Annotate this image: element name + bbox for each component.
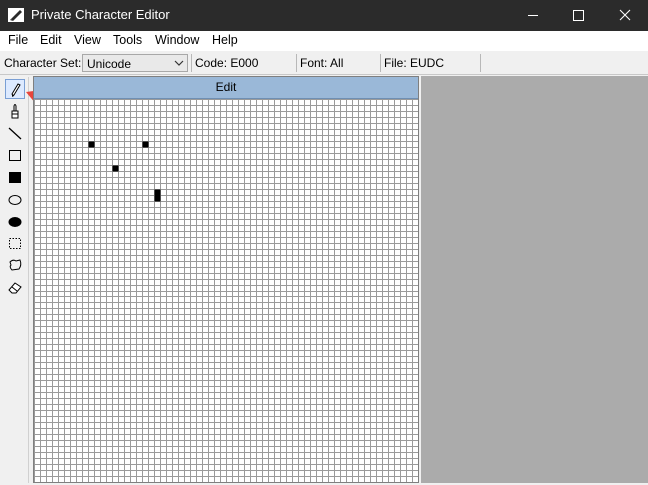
filled-pixel[interactable]	[142, 141, 149, 148]
separator	[191, 54, 192, 72]
close-button[interactable]	[602, 0, 648, 31]
rectangular-selection-tool[interactable]	[5, 233, 25, 253]
menu-tools[interactable]: Tools	[113, 33, 142, 47]
menu-help[interactable]: Help	[212, 33, 238, 47]
rectangular-selection-icon	[9, 238, 21, 249]
separator	[296, 54, 297, 72]
freeform-selection-tool[interactable]	[5, 255, 25, 275]
line-icon	[8, 127, 22, 140]
eraser-icon	[8, 282, 22, 294]
font-label: Font: All	[300, 56, 344, 70]
menu-edit[interactable]: Edit	[40, 33, 62, 47]
title-bar[interactable]: Private Character Editor	[0, 0, 648, 31]
eraser-tool[interactable]	[5, 277, 25, 297]
toolbox	[2, 77, 29, 483]
filled-pixel[interactable]	[154, 189, 161, 196]
charset-value: Unicode	[87, 57, 132, 71]
hollow-ellipse-tool[interactable]	[5, 189, 25, 209]
close-icon	[619, 9, 631, 21]
line-tool[interactable]	[5, 123, 25, 143]
hollow-rectangle-tool[interactable]	[5, 145, 25, 165]
info-bar: Character Set: Unicode Code: E000 Font: …	[0, 52, 648, 75]
filled-pixel[interactable]	[154, 195, 161, 202]
menu-bar: File Edit View Tools Window Help	[0, 31, 648, 51]
filled-ellipse-icon	[8, 217, 22, 227]
app-icon	[8, 8, 24, 22]
charset-label: Character Set:	[4, 56, 82, 70]
separator	[380, 54, 381, 72]
menu-view[interactable]: View	[74, 33, 101, 47]
window-title: Private Character Editor	[31, 7, 170, 22]
separator	[480, 54, 481, 72]
minimize-button[interactable]	[510, 0, 556, 31]
menu-window[interactable]: Window	[155, 33, 199, 47]
filled-pixel[interactable]	[112, 165, 119, 172]
hollow-rectangle-icon	[9, 150, 21, 161]
chevron-down-icon	[174, 60, 184, 66]
grid-lines	[34, 99, 418, 482]
hollow-ellipse-icon	[8, 195, 22, 205]
code-label: Code: E000	[195, 56, 259, 70]
character-grid[interactable]	[34, 99, 418, 482]
file-label: File: EUDC	[384, 56, 445, 70]
workspace-area	[421, 76, 648, 483]
maximize-button[interactable]	[556, 0, 602, 31]
menu-file[interactable]: File	[8, 33, 28, 47]
charset-dropdown[interactable]: Unicode	[82, 54, 188, 72]
freeform-selection-icon	[9, 259, 22, 271]
edit-window-caption: Edit	[34, 77, 418, 99]
minimize-icon	[528, 15, 538, 16]
filled-ellipse-tool[interactable]	[5, 211, 25, 231]
filled-rectangle-icon	[9, 172, 21, 183]
edit-window: Edit	[33, 76, 419, 483]
brush-icon	[11, 104, 19, 119]
filled-rectangle-tool[interactable]	[5, 167, 25, 187]
maximize-icon	[573, 10, 584, 21]
filled-pixel[interactable]	[88, 141, 95, 148]
